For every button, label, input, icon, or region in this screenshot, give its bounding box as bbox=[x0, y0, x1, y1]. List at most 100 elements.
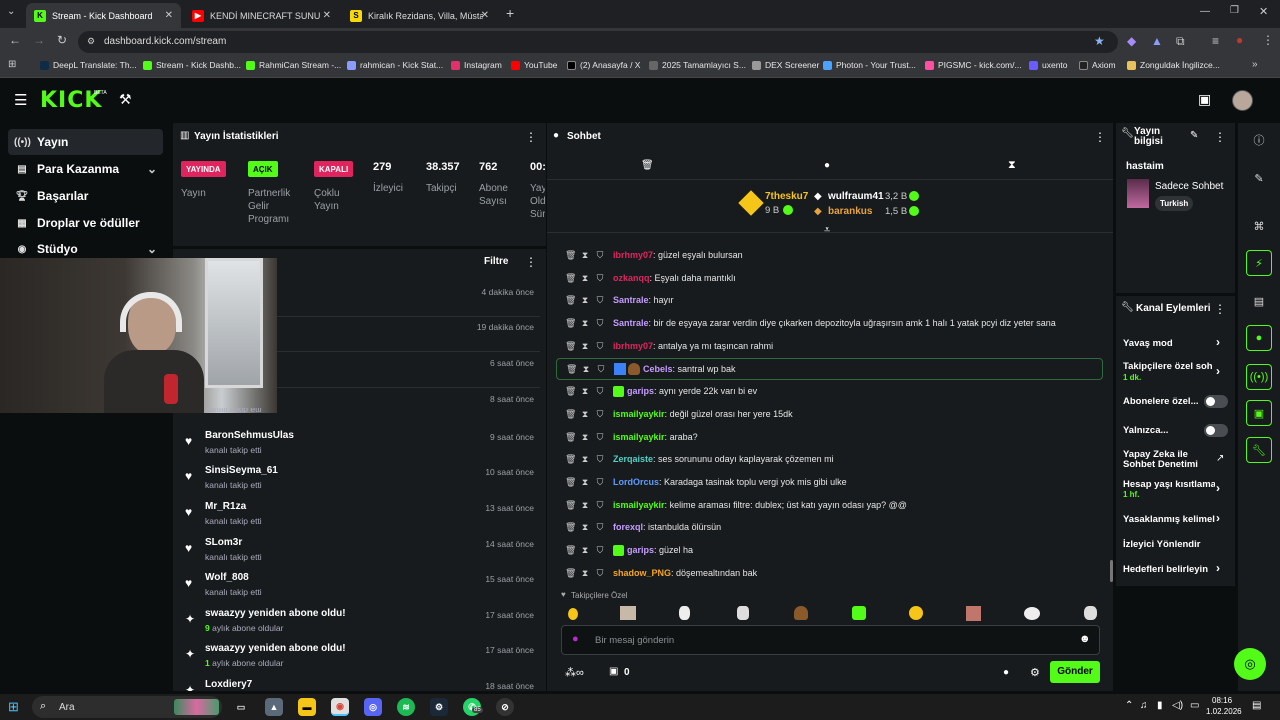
scroll-down-icon[interactable]: ⩡ bbox=[824, 224, 830, 237]
chat-message[interactable]: 🗑︎ ⧗ ⛉ LordOrcus: Karadaga tasinak toplu ve… bbox=[556, 471, 1103, 493]
sidebar-item-droplar[interactable]: ▦ Droplar ve ödüller bbox=[8, 210, 163, 236]
chevron-right-icon[interactable]: › bbox=[1216, 481, 1220, 495]
extension-icon[interactable]: ▲ bbox=[1151, 34, 1163, 48]
category-name[interactable]: Sadece Sohbet bbox=[1155, 181, 1223, 192]
url-field[interactable]: ⚙ dashboard.kick.com/stream ★ bbox=[78, 31, 1118, 53]
chat-message[interactable]: 🗑︎ ⧗ ⛉ ismailyaykir: kelime araması filtre:… bbox=[556, 494, 1103, 516]
chat-message[interactable]: 🗑︎ ⧗ ⛉ ismailyaykir: araba? bbox=[556, 426, 1103, 448]
bookmark[interactable]: DEX Screener bbox=[752, 60, 819, 70]
filter-button[interactable]: Filtre bbox=[484, 256, 508, 267]
tray-chevron-icon[interactable]: ⌃ bbox=[1125, 700, 1133, 711]
info-icon[interactable]: ⓘ bbox=[1246, 127, 1272, 153]
document-icon[interactable]: ▤ bbox=[1246, 288, 1272, 314]
goals-label[interactable]: Hedefleri belirleyin bbox=[1123, 564, 1208, 575]
raid-label[interactable]: İzleyici Yönlendir bbox=[1123, 539, 1200, 550]
volume-icon[interactable]: ◁) bbox=[1172, 700, 1183, 711]
broadcast-icon[interactable]: ((•)) bbox=[1246, 364, 1272, 390]
chrome-icon[interactable]: ◉ bbox=[331, 698, 349, 716]
followers-only-label[interactable]: Takipçilere özel soh bbox=[1123, 361, 1215, 372]
bookmark[interactable]: Photon - Your Trust... bbox=[823, 60, 916, 70]
bookmark[interactable]: DeepL Translate: Th... bbox=[40, 60, 137, 70]
apps-icon[interactable]: ⊞ bbox=[8, 59, 16, 70]
extension-icon[interactable]: ◆ bbox=[1127, 34, 1136, 48]
taskbar-search[interactable]: ⌕ Ara bbox=[32, 696, 222, 718]
windows-start-icon[interactable]: ⊞ bbox=[8, 699, 19, 715]
subscribers-only-toggle[interactable] bbox=[1204, 395, 1228, 408]
more-bookmarks-icon[interactable]: » bbox=[1252, 59, 1258, 70]
emote[interactable] bbox=[1024, 607, 1040, 620]
chevron-right-icon[interactable]: › bbox=[1216, 364, 1220, 378]
more-icon[interactable]: ⋮ bbox=[525, 130, 537, 144]
send-button[interactable]: Gönder bbox=[1050, 661, 1100, 683]
bookmark[interactable]: RahmiCan Stream -... bbox=[246, 60, 341, 70]
notifications-icon[interactable]: ▤ bbox=[1252, 700, 1261, 711]
emote[interactable] bbox=[679, 606, 690, 620]
window-close-icon[interactable]: ✕ bbox=[1259, 5, 1268, 18]
pencil-icon[interactable]: ✎ bbox=[1246, 165, 1272, 191]
chat-settings-bubble-icon[interactable]: ● bbox=[1003, 667, 1009, 678]
leader-name[interactable]: barankus bbox=[828, 206, 872, 217]
wrench-icon[interactable]: 🔧︎ bbox=[1246, 437, 1272, 463]
chat-message[interactable]: 🗑︎ ⧗ ⛉ ibrhmy07: güzel eşyalı bulursan bbox=[556, 244, 1103, 266]
chevron-right-icon[interactable]: › bbox=[1216, 335, 1220, 349]
app-icon[interactable]: ▲ bbox=[265, 698, 283, 716]
clip-icon[interactable]: ⌘ bbox=[1246, 213, 1272, 239]
bookmark[interactable]: Instagram bbox=[451, 60, 502, 70]
tab-search-icon[interactable]: ⌄ bbox=[7, 6, 15, 17]
external-link-icon[interactable]: ↗ bbox=[1216, 453, 1224, 464]
bookmark[interactable]: Zonguldak İngilizce... bbox=[1127, 60, 1220, 70]
hammer-icon[interactable]: ⚒ bbox=[119, 91, 132, 108]
activity-item[interactable]: ♥ Wolf_808 kanalı takip etti 15 saat önce bbox=[180, 567, 540, 602]
lightning-icon[interactable]: ⚡︎ bbox=[1246, 250, 1272, 276]
bookmark[interactable]: rahmican - Kick Stat... bbox=[347, 60, 443, 70]
close-icon[interactable]: ✕ bbox=[165, 10, 173, 21]
chat-input[interactable]: ● Bir mesaj gönderin ☻ bbox=[561, 625, 1100, 655]
headset-icon[interactable]: ♫ bbox=[1140, 700, 1148, 711]
bookmark[interactable]: (2) Anasayfa / X bbox=[567, 60, 640, 70]
discord-icon[interactable]: ◎ bbox=[364, 698, 382, 716]
activity-item[interactable]: ♥ Mr_R1za kanalı takip etti 13 saat önce bbox=[180, 496, 540, 531]
activity-item[interactable]: ♥ SLom3r kanalı takip etti 14 saat önce bbox=[180, 532, 540, 567]
wallet-icon[interactable]: ▣ bbox=[1246, 400, 1272, 426]
chat-message-highlighted[interactable]: 🗑︎ ⧗ ⛉ Cebels: santral wp bak bbox=[556, 358, 1103, 380]
site-info-icon[interactable]: ⚙ bbox=[87, 36, 95, 47]
trash-icon[interactable]: 🗑︎ bbox=[641, 160, 654, 171]
chat-message[interactable]: 🗑︎ ⧗ ⛉ garips: güzel ha bbox=[556, 539, 1103, 561]
spotify-icon[interactable]: ≋ bbox=[397, 698, 415, 716]
tab-kick-dashboard[interactable]: K Stream - Kick Dashboard ✕ bbox=[26, 3, 181, 28]
more-icon[interactable]: ⋮ bbox=[1214, 302, 1226, 316]
bookmark[interactable]: Axiom bbox=[1079, 60, 1116, 70]
close-icon[interactable]: ✕ bbox=[481, 10, 489, 21]
activity-item[interactable]: ✦ swaazyy yeniden abone oldu! 1 aylık abon… bbox=[180, 638, 540, 673]
chat-message[interactable]: 🗑︎ ⧗ ⛉ ibrhmy07: antalya ya mı taşıncan rah… bbox=[556, 335, 1103, 357]
chat-bubble-icon[interactable]: ● bbox=[1246, 325, 1272, 351]
category-thumbnail[interactable] bbox=[1127, 179, 1149, 208]
activity-item[interactable]: ♥ SinsiSeyma_61 kanalı takip etti 10 saat ö… bbox=[180, 460, 540, 495]
emote[interactable] bbox=[620, 606, 636, 620]
emote[interactable] bbox=[737, 606, 749, 620]
restore-icon[interactable]: ❐ bbox=[1230, 5, 1239, 16]
emote[interactable] bbox=[909, 606, 923, 620]
chat-bubble-icon[interactable]: ● bbox=[824, 160, 830, 171]
bookmark[interactable]: PIGSMC - kick.com/... bbox=[925, 60, 1022, 70]
emoji-icon[interactable]: ☻ bbox=[1079, 633, 1091, 645]
bookmark[interactable]: uxento bbox=[1029, 60, 1068, 70]
task-view-icon[interactable]: ▭ bbox=[232, 698, 250, 716]
bookmark[interactable]: YouTube bbox=[511, 60, 557, 70]
ai-moderation-label[interactable]: Yapay Zeka ile Sohbet Denetimi bbox=[1123, 450, 1201, 470]
activity-item[interactable]: ✦ Loxdiery7 18 saat önce bbox=[180, 674, 540, 691]
emote-only-toggle[interactable] bbox=[1204, 424, 1228, 437]
emote[interactable] bbox=[794, 606, 808, 620]
chat-message[interactable]: 🗑︎ ⧗ ⛉ Santrale: hayır bbox=[556, 289, 1103, 311]
new-tab-icon[interactable]: + bbox=[506, 5, 514, 21]
chevron-right-icon[interactable]: › bbox=[1216, 561, 1220, 575]
forward-icon[interactable]: → bbox=[33, 33, 45, 47]
tab-kiralik[interactable]: S Kiralık Rezidans, Villa, Müstakil ✕ bbox=[342, 3, 497, 28]
sidebar-item-basarilar[interactable]: 🏆︎ Başarılar bbox=[8, 183, 163, 209]
leader-name[interactable]: wulfraum41 bbox=[828, 191, 884, 202]
tab-youtube[interactable]: ▶ KENDİ MINECRAFT SUNUCUMU ✕ bbox=[184, 3, 339, 28]
slow-mode-label[interactable]: Yavaş mod bbox=[1123, 338, 1173, 349]
points-icon[interactable]: ⁂∞ bbox=[565, 666, 584, 679]
chat-message[interactable]: 🗑︎ ⧗ ⛉ ismailyaykir: değil güzel orası her … bbox=[556, 403, 1103, 425]
profile-icon[interactable]: ● bbox=[1236, 33, 1243, 47]
